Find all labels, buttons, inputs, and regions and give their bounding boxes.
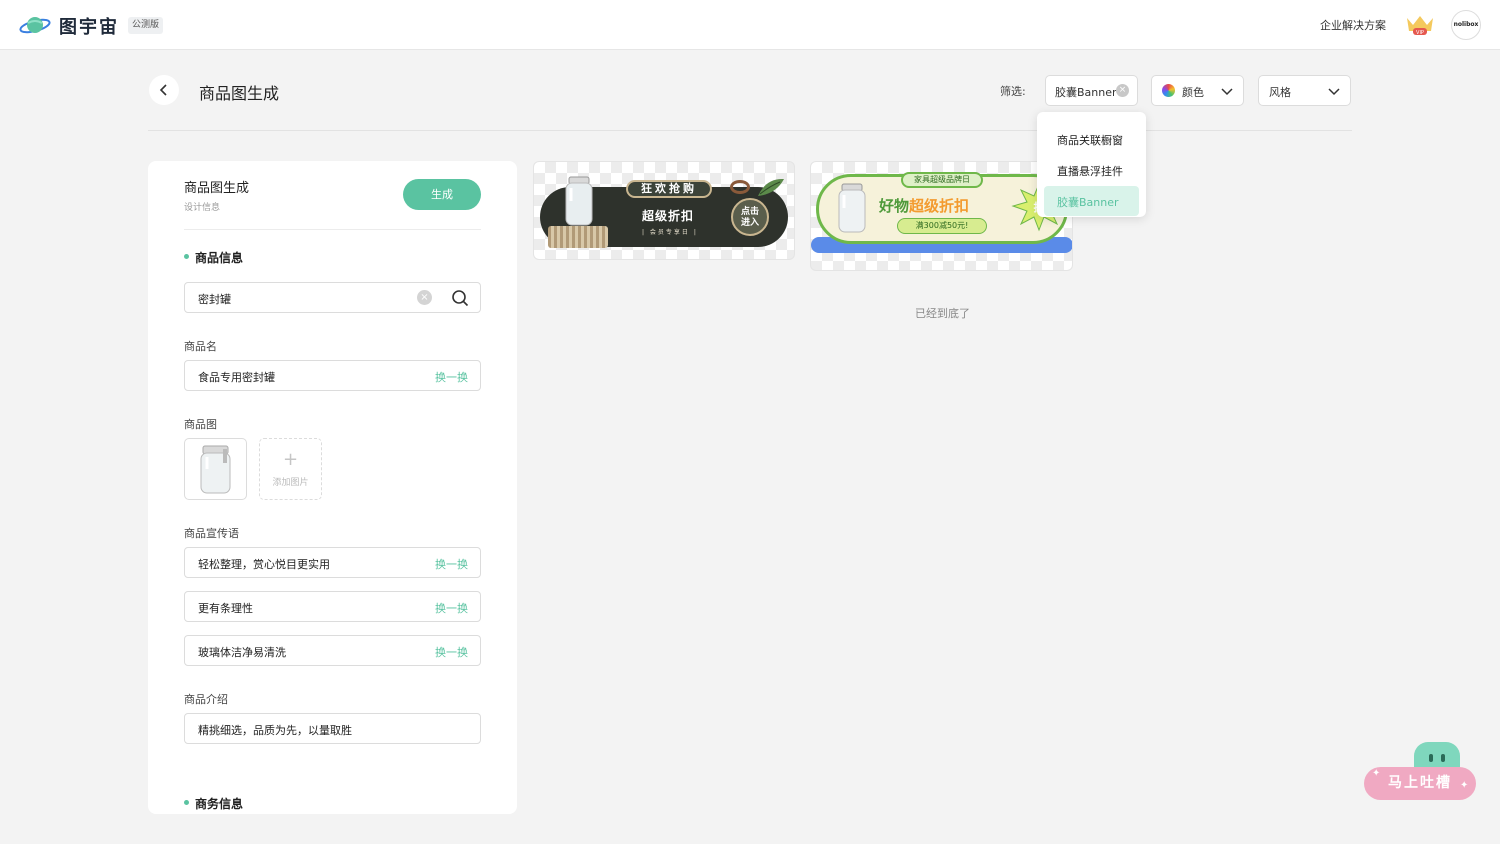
svg-text:VIP: VIP: [1416, 30, 1424, 36]
user-avatar[interactable]: nolibox: [1451, 10, 1481, 40]
banner-headline: 超级折扣: [642, 209, 695, 223]
mascot-eye: [1429, 754, 1433, 762]
mascot-eye: [1441, 754, 1445, 762]
feedback-button[interactable]: ✦ 马上吐槽 ✦: [1364, 767, 1476, 800]
title-divider: [148, 130, 1352, 131]
slogan-field-2[interactable]: 更有条理性 换一换: [184, 591, 481, 622]
dropdown-option-capsule-banner[interactable]: 胶囊Banner: [1044, 186, 1139, 216]
plus-icon: +: [282, 449, 299, 470]
page-title: 商品图生成: [199, 84, 280, 103]
enterprise-solutions-link[interactable]: 企业解决方案: [1320, 17, 1386, 33]
search-value: 密封罐: [198, 293, 231, 306]
sparkle-icon: ✦: [1372, 768, 1383, 779]
chevron-left-icon: [159, 84, 167, 96]
slogan-value: 更有条理性: [198, 602, 253, 615]
color-filter-select[interactable]: 颜色: [1151, 75, 1244, 106]
product-name-value: 食品专用密封罐: [198, 371, 275, 384]
product-name-field[interactable]: 食品专用密封罐 换一换: [184, 360, 481, 391]
slogan-field-3[interactable]: 玻璃体洁净易清洗 换一换: [184, 635, 481, 666]
swap-button[interactable]: 换一换: [435, 556, 468, 572]
product-image-thumbnail[interactable]: [184, 438, 247, 500]
clear-search-icon[interactable]: ×: [417, 290, 432, 305]
sparkle-icon: ✦: [1460, 780, 1471, 791]
decor-ring: [730, 180, 750, 194]
slogan-value: 轻松整理，赏心悦目更实用: [198, 558, 330, 571]
enter-badge: 点击 进入: [731, 198, 769, 236]
swap-button[interactable]: 换一换: [435, 644, 468, 660]
filter-label: 筛选:: [1000, 85, 1026, 98]
clear-filter-icon[interactable]: ×: [1116, 84, 1129, 97]
banner-tag: 狂欢抢购: [626, 180, 712, 198]
slogan-field-1[interactable]: 轻松整理，赏心悦目更实用 换一换: [184, 547, 481, 578]
generate-button[interactable]: 生成: [403, 179, 481, 210]
swap-button[interactable]: 换一换: [435, 600, 468, 616]
product-image-label: 商品图: [184, 418, 217, 431]
result-card-2[interactable]: 抢 家具超级品牌日 好物超级折扣 满300减50元!: [810, 161, 1073, 271]
panel-subtitle: 设计信息: [184, 203, 221, 213]
type-filter-dropdown: 商品关联橱窗 直播悬浮挂件 胶囊Banner: [1037, 112, 1146, 217]
jar-image: [838, 183, 866, 233]
vip-crown-icon[interactable]: VIP: [1404, 13, 1436, 37]
chevron-down-icon: [1328, 88, 1340, 96]
jar-image: [200, 445, 231, 494]
slogan-value: 玻璃体洁净易清洗: [198, 646, 286, 659]
chevron-down-icon: [1221, 88, 1233, 96]
business-info-section-title: 商务信息: [184, 795, 243, 812]
dropdown-option-live-widget[interactable]: 直播悬浮挂件: [1057, 163, 1123, 179]
add-image-button[interactable]: + 添加图片: [259, 438, 322, 500]
design-info-panel: 商品图生成 设计信息 生成 商品信息 密封罐 × 商品名 食品专用密封罐 换一换…: [148, 161, 517, 814]
search-icon[interactable]: [451, 289, 469, 307]
beta-badge: 公测版: [128, 17, 164, 34]
slogan-label: 商品宣传语: [184, 527, 239, 540]
product-name-label: 商品名: [184, 340, 217, 353]
product-intro-field[interactable]: 精挑细选，品质为先，以量取胜: [184, 713, 481, 744]
section-dot-icon: [184, 254, 189, 259]
banner-tag: 家具超级品牌日: [901, 172, 983, 188]
coupon-badge: 满300减50元!: [897, 218, 987, 234]
color-wheel-icon: [1162, 84, 1175, 97]
display-stand: [548, 226, 608, 248]
logo-text[interactable]: 图宇宙: [59, 13, 119, 39]
banner-subline: | 会员专享日 |: [642, 229, 698, 236]
end-of-list-text: 已经到底了: [915, 307, 970, 320]
planet-logo-icon[interactable]: [19, 13, 51, 37]
add-image-label: 添加图片: [272, 478, 309, 488]
top-header: 图宇宙 公测版 企业解决方案 VIP nolibox: [0, 0, 1500, 50]
color-filter-label: 颜色: [1182, 86, 1204, 99]
dropdown-option-showcase[interactable]: 商品关联橱窗: [1057, 132, 1123, 148]
banner-headline: 好物超级折扣: [879, 197, 970, 215]
style-filter-label: 风格: [1269, 86, 1291, 99]
product-info-section-title: 商品信息: [184, 249, 243, 266]
product-search-input[interactable]: 密封罐 ×: [184, 282, 481, 313]
result-card-1[interactable]: 狂欢抢购 超级折扣 | 会员专享日 | 点击 进入: [533, 161, 795, 260]
product-intro-label: 商品介绍: [184, 693, 228, 706]
type-filter-select[interactable]: 胶囊Banner ×: [1045, 75, 1138, 106]
product-intro-value: 精挑细选，品质为先，以量取胜: [198, 724, 352, 737]
style-filter-select[interactable]: 风格: [1258, 75, 1351, 106]
section-dot-icon: [184, 800, 189, 805]
leaf-decor-icon: [758, 178, 784, 196]
feedback-label: 马上吐槽: [1388, 775, 1452, 791]
swap-button[interactable]: 换一换: [435, 369, 468, 385]
type-filter-value: 胶囊Banner: [1055, 86, 1117, 99]
panel-divider: [184, 229, 481, 230]
panel-title: 商品图生成: [184, 181, 250, 196]
jar-image: [565, 176, 593, 226]
back-button[interactable]: [149, 75, 179, 105]
